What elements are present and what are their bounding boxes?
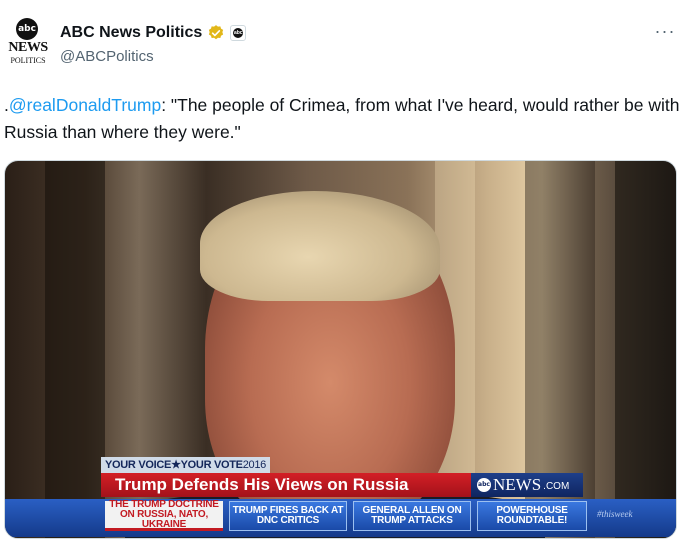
person-hair <box>200 191 440 301</box>
background-pillar <box>45 161 105 538</box>
abc-logo-icon: abc <box>477 478 491 492</box>
mention-link[interactable]: @realDonaldTrump <box>9 95 161 115</box>
brand-com-text: .COM <box>543 480 570 492</box>
network-brand: abc NEWS .COM <box>471 473 583 497</box>
display-name[interactable]: ABC News Politics <box>60 24 202 42</box>
news-lower-third: YOUR VOICE★YOUR VOTE2016 Trump Defends H… <box>5 457 676 537</box>
tweet-text: .@realDonaldTrump: "The people of Crimea… <box>4 92 680 146</box>
abc-logo-icon: abc <box>16 18 38 40</box>
ticker-hashtag: #thisweek <box>597 509 633 519</box>
more-options-icon[interactable]: ··· <box>654 22 676 44</box>
verified-badge-icon[interactable] <box>207 24 225 42</box>
news-ticker: THE TRUMP DOCTRINE ON RUSSIA, NATO, UKRA… <box>5 499 676 537</box>
topline-main-text: YOUR VOICE★YOUR VOTE <box>105 459 243 471</box>
brand-news-text: NEWS <box>493 475 542 494</box>
affiliate-logo: abc <box>233 28 244 38</box>
ticker-item: POWERHOUSE ROUNDTABLE! <box>477 501 587 531</box>
ticker-item: GENERAL ALLEN ON TRUMP ATTACKS <box>353 501 471 531</box>
tweet-media-image[interactable]: YOUR VOICE★YOUR VOTE2016 Trump Defends H… <box>4 160 677 539</box>
affiliate-badge-icon[interactable]: abc <box>230 25 247 41</box>
topline-year-text: 2016 <box>242 459 267 471</box>
avatar-news-text: NEWS <box>8 40 48 55</box>
ticker-item: TRUMP FIRES BACK AT DNC CRITICS <box>229 501 347 531</box>
avatar[interactable]: abc NEWS POLITICS <box>4 18 52 70</box>
author-handle[interactable]: @ABCPolitics <box>60 48 154 65</box>
avatar-politics-text: POLITICS <box>10 56 46 65</box>
ticker-item: THE TRUMP DOCTRINE ON RUSSIA, NATO, UKRA… <box>105 499 223 531</box>
lower-third-headline: Trump Defends His Views on Russia <box>101 473 471 497</box>
lower-third-topline: YOUR VOICE★YOUR VOTE2016 <box>101 457 270 473</box>
author-name-row: ABC News Politics abc <box>60 22 247 44</box>
tweet-header: abc NEWS POLITICS ABC News Politics abc … <box>0 0 686 86</box>
